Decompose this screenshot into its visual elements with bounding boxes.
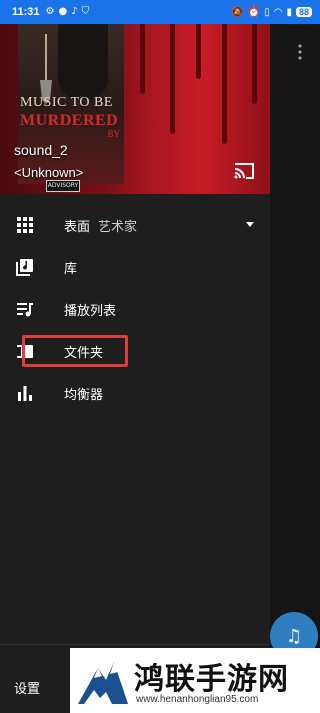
alarm-icon: ⏰ <box>247 6 261 18</box>
drawer-menu: 表面 艺术家 库 播放列表 文件夹 均衡器 <box>0 204 270 414</box>
parental-advisory-label: ADVISORY <box>46 180 80 192</box>
song-artist: <Unknown> <box>14 165 84 180</box>
status-bar: 11:31 ⚙ ● ♪ ⛉ 🔕 ⏰ ▯ ◠ ▮ 88 <box>0 0 320 24</box>
mute-icon: 🔕 <box>231 6 244 18</box>
status-time: 11:31 <box>12 6 40 18</box>
grid-icon <box>17 217 33 233</box>
album-art-line1: MUSIC TO BE <box>20 95 113 110</box>
dot-icon: ● <box>58 6 68 17</box>
watermark-title: 鸿联手游网 <box>134 662 289 697</box>
library-icon <box>16 259 33 276</box>
decor-drip <box>196 24 201 79</box>
menu-item-label: 库 <box>64 261 78 277</box>
album-art-title: MUSIC TO BE MURDERED BY <box>20 94 130 139</box>
menu-item-equalizer[interactable]: 均衡器 <box>0 372 270 414</box>
playlist-icon <box>17 303 33 317</box>
divider <box>0 644 270 645</box>
menu-item-label: 播放列表 <box>64 303 117 319</box>
album-art-line3: BY <box>107 129 120 139</box>
signal-icon: ▮ <box>286 6 292 18</box>
watermark-banner: 鸿联手游网 www.henanhonglian95.com <box>70 648 320 713</box>
vibrate-icon: ▯ <box>264 6 270 18</box>
tiktok-icon: ♪ <box>71 6 78 17</box>
watermark-url: www.henanhonglian95.com <box>136 694 259 705</box>
wifi-icon: ◠ <box>273 6 283 18</box>
now-playing-header[interactable]: MUSIC TO BE MURDERED BY ADVISORY sound_2… <box>0 24 270 194</box>
mountain-logo-icon <box>78 662 128 704</box>
menu-item-label: 均衡器 <box>64 387 104 403</box>
background-screen <box>270 24 320 713</box>
navigation-drawer: MUSIC TO BE MURDERED BY ADVISORY sound_2… <box>0 24 270 713</box>
settings-link[interactable]: 设置 <box>14 678 40 697</box>
menu-item-sublabel: 艺术家 <box>98 219 138 235</box>
dropdown-caret-icon[interactable] <box>246 222 254 227</box>
more-options-icon[interactable] <box>297 44 303 60</box>
menu-item-display[interactable]: 表面 艺术家 <box>0 204 270 246</box>
song-title: sound_2 <box>14 142 68 158</box>
music-note-icon: ♫ <box>285 625 303 647</box>
menu-item-library[interactable]: 库 <box>0 246 270 288</box>
decor-drip <box>170 24 175 134</box>
shield-icon: ⛉ <box>81 6 90 17</box>
decor-drip <box>222 24 227 144</box>
album-figure <box>58 24 108 99</box>
decor-drip <box>140 24 145 94</box>
menu-item-label: 表面 <box>64 219 91 235</box>
gear-icon: ⚙ <box>45 6 55 17</box>
equalizer-icon <box>18 386 32 401</box>
menu-item-playlists[interactable]: 播放列表 <box>0 288 270 330</box>
annotation-highlight-box <box>22 335 128 367</box>
battery-indicator: 88 <box>295 7 312 17</box>
cast-icon[interactable] <box>232 159 256 183</box>
album-art-line2: MURDERED <box>20 112 119 129</box>
decor-drip <box>252 24 257 104</box>
